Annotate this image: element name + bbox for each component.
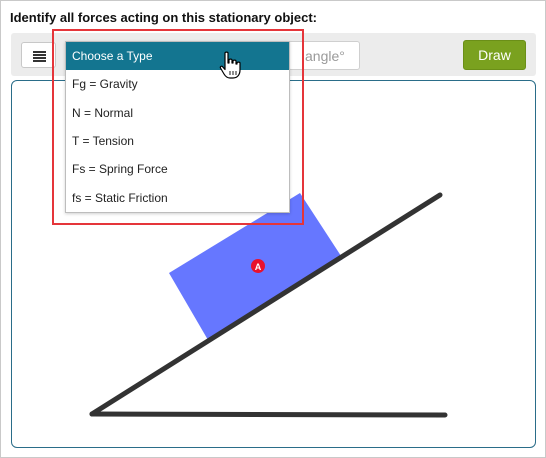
question-panel: Identify all forces acting on this stati… [0, 0, 546, 458]
highlight-box [52, 29, 304, 225]
question-prompt: Identify all forces acting on this stati… [10, 10, 317, 25]
menu-button[interactable] [21, 42, 56, 68]
hand-pointer-cursor-icon [219, 51, 241, 79]
point-a-marker[interactable]: A [251, 259, 265, 273]
point-a-label: A [255, 262, 262, 272]
ground-line [89, 411, 448, 418]
draw-button[interactable]: Draw [463, 40, 526, 70]
